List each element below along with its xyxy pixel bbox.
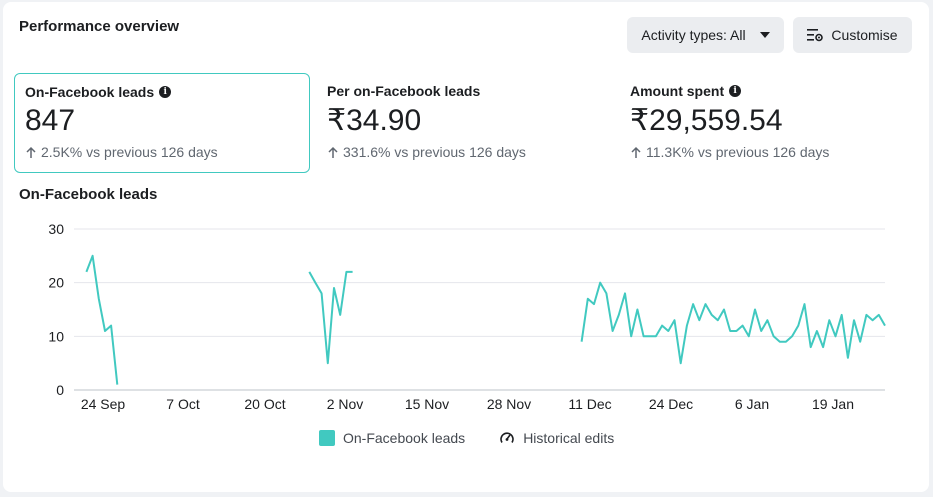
x-tick-label: 15 Nov — [405, 396, 449, 412]
chart-legend: On-Facebook leads Historical edits — [319, 430, 614, 446]
x-tick-label: 6 Jan — [735, 396, 769, 412]
legend-label: Historical edits — [523, 430, 615, 446]
legend-item-historical-edits[interactable]: Historical edits — [499, 430, 614, 446]
x-tick-label: 28 Nov — [487, 396, 531, 412]
y-tick-label: 20 — [48, 275, 64, 291]
y-tick-label: 30 — [48, 221, 64, 237]
legend-label: On-Facebook leads — [343, 430, 466, 446]
x-tick-label: 7 Oct — [166, 396, 200, 412]
legend-swatch — [319, 430, 335, 446]
historical-edits-icon — [500, 432, 514, 443]
series-line-segment[interactable] — [85, 254, 119, 385]
x-tick-label: 11 Dec — [568, 396, 611, 412]
legend-item-leads[interactable]: On-Facebook leads — [319, 430, 465, 446]
x-tick-label: 2 Nov — [327, 396, 364, 412]
x-tick-label: 24 Dec — [649, 396, 693, 412]
x-tick-label: 20 Oct — [244, 396, 285, 412]
y-tick-label: 0 — [56, 382, 64, 398]
x-tick-label: 19 Jan — [812, 396, 854, 412]
series-line-segment[interactable] — [308, 270, 353, 365]
series-line-segment[interactable] — [580, 281, 886, 365]
y-tick-label: 10 — [48, 328, 64, 344]
x-tick-label: 24 Sep — [81, 396, 126, 412]
line-chart: 0 10 20 30 24 Sep 7 Oct 20 Oct 2 Nov 15 Nov 28 No… — [48, 221, 886, 412]
performance-card: Performance overview Activity types: All… — [3, 2, 929, 492]
